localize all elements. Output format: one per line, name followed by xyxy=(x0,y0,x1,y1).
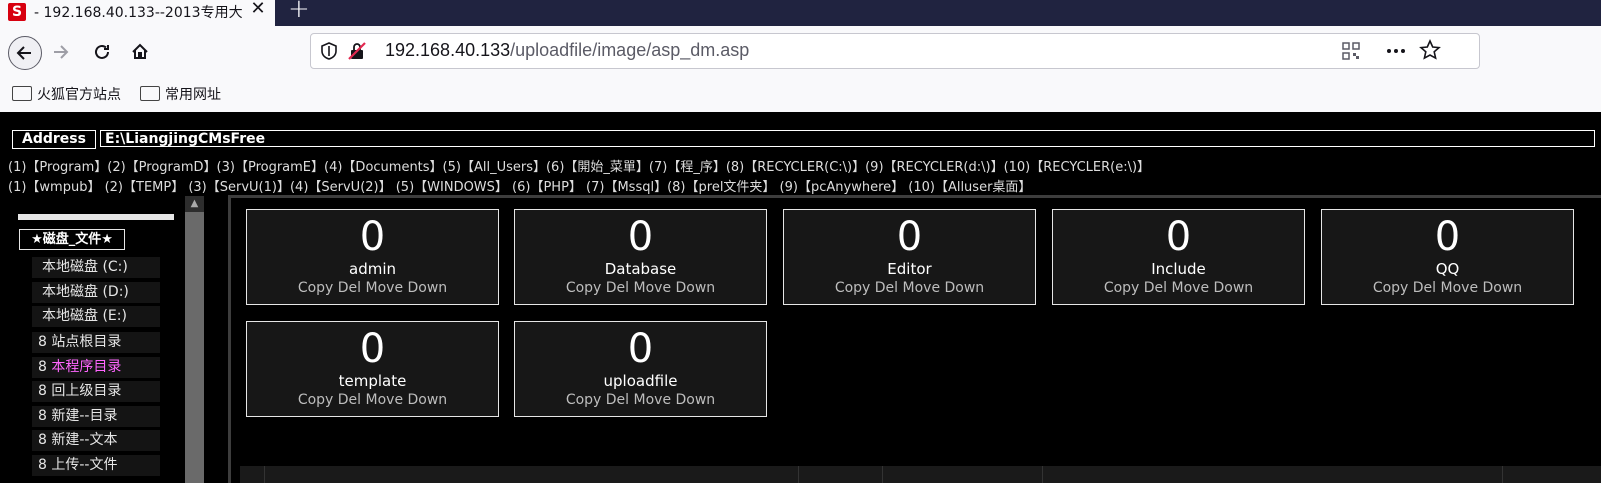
folder-card-template[interactable]: 0 template Copy Del Move Down xyxy=(246,321,499,417)
folder-count: 0 xyxy=(627,214,654,260)
item-number: 8 xyxy=(38,408,47,424)
url-host: 192.168.40.133 xyxy=(385,40,511,60)
navigation-toolbar: 192.168.40.133/uploadfile/image/asp_dm.a… xyxy=(0,26,1601,78)
folder-card-admin[interactable]: 0 admin Copy Del Move Down xyxy=(246,209,499,305)
back-button[interactable] xyxy=(8,36,42,70)
item-label: 新建--目录 xyxy=(51,408,118,424)
folder-actions[interactable]: Copy Del Move Down xyxy=(515,390,766,410)
item-number: 8 xyxy=(38,334,47,350)
forward-button[interactable] xyxy=(46,36,78,68)
item-label: 新建--文本 xyxy=(51,432,118,448)
item-number: 8 xyxy=(38,457,47,473)
arrow-left-icon xyxy=(16,46,31,60)
sidebar-divider xyxy=(18,214,174,220)
url-text[interactable]: 192.168.40.133/uploadfile/image/asp_dm.a… xyxy=(385,40,749,61)
item-label: 站点根目录 xyxy=(51,334,122,350)
site-favicon-icon: S xyxy=(8,3,26,21)
sidebar-scrollbar-thumb[interactable] xyxy=(185,212,204,483)
folder-count: 0 xyxy=(1434,214,1461,260)
item-label: 上传--文件 xyxy=(51,457,118,473)
url-path: /uploadfile/image/asp_dm.asp xyxy=(510,40,750,60)
bookmark-label: 火狐官方站点 xyxy=(37,87,121,103)
tab-title: - 192.168.40.133--2013专用大 xyxy=(34,5,243,21)
folder-name[interactable]: Database xyxy=(515,260,766,278)
folder-count: 0 xyxy=(627,326,654,372)
main-panel-top-border xyxy=(228,195,1601,198)
disk-files-title: ★磁盘_文件★ xyxy=(19,229,125,250)
sidebar-item-new-text[interactable]: 8 新建--文本 xyxy=(32,430,160,451)
quick-dir-links-row2[interactable]: (1)【wmpub】 (2)【TEMP】 (3)【ServU(1)】(4)【Se… xyxy=(8,176,1031,195)
arrow-right-icon xyxy=(54,45,69,59)
address-label: Address xyxy=(12,130,96,149)
folder-count: 0 xyxy=(896,214,923,260)
folder-actions[interactable]: Copy Del Move Down xyxy=(1322,278,1573,298)
folder-actions[interactable]: Copy Del Move Down xyxy=(784,278,1035,298)
folder-card-database[interactable]: 0 Database Copy Del Move Down xyxy=(514,209,767,305)
main-panel-left-border xyxy=(228,195,231,483)
folder-actions[interactable]: Copy Del Move Down xyxy=(247,390,498,410)
address-input[interactable]: E:\LiangjingCMsFree xyxy=(100,130,1595,147)
folder-name[interactable]: Editor xyxy=(784,260,1035,278)
folder-name[interactable]: Include xyxy=(1053,260,1304,278)
item-label: 回上级目录 xyxy=(51,383,122,399)
folder-name[interactable]: QQ xyxy=(1322,260,1573,278)
tab-bar: S - 192.168.40.133--2013专用大 ✕ + xyxy=(0,0,1601,26)
bookmark-star-icon[interactable] xyxy=(1419,39,1441,61)
url-bar[interactable]: 192.168.40.133/uploadfile/image/asp_dm.a… xyxy=(310,33,1480,69)
home-icon xyxy=(132,43,148,59)
bookmark-label: 常用网址 xyxy=(165,87,221,103)
folder-actions[interactable]: Copy Del Move Down xyxy=(1053,278,1304,298)
scroll-up-arrow-icon[interactable]: ▲ xyxy=(185,196,204,212)
folder-card-qq[interactable]: 0 QQ Copy Del Move Down xyxy=(1321,209,1574,305)
reload-button[interactable] xyxy=(86,36,118,68)
quick-dir-links-row1[interactable]: (1)【Program】(2)【ProgramD】(3)【ProgramE】(4… xyxy=(8,156,1150,175)
folder-name[interactable]: uploadfile xyxy=(515,372,766,390)
folder-name[interactable]: admin xyxy=(247,260,498,278)
insecure-lock-icon[interactable] xyxy=(347,41,367,61)
folder-card-include[interactable]: 0 Include Copy Del Move Down xyxy=(1052,209,1305,305)
folder-card-uploadfile[interactable]: 0 uploadfile Copy Del Move Down xyxy=(514,321,767,417)
bookmark-folder-firefox[interactable]: 火狐官方站点 xyxy=(12,84,121,104)
folder-icon xyxy=(140,86,160,101)
file-list-header-strip xyxy=(240,466,1601,483)
item-number: 8 xyxy=(38,432,47,448)
folder-count: 0 xyxy=(359,326,386,372)
qr-code-icon[interactable] xyxy=(1341,41,1361,61)
bookmarks-toolbar: 火狐官方站点 常用网址 xyxy=(0,78,1601,112)
drive-c[interactable]: 本地磁盘 (C:) xyxy=(32,257,160,278)
new-tab-button[interactable]: + xyxy=(288,0,310,22)
drive-d[interactable]: 本地磁盘 (D:) xyxy=(32,282,160,303)
sidebar-item-parent-dir[interactable]: 8 回上级目录 xyxy=(32,381,160,402)
drive-e[interactable]: 本地磁盘 (E:) xyxy=(32,306,160,327)
sidebar-item-site-root[interactable]: 8 站点根目录 xyxy=(32,332,160,353)
shield-icon[interactable] xyxy=(319,41,339,61)
more-options-icon[interactable] xyxy=(1385,41,1407,61)
sidebar-item-new-folder[interactable]: 8 新建--目录 xyxy=(32,406,160,427)
item-number: 8 xyxy=(38,359,47,375)
item-number: 8 xyxy=(38,383,47,399)
browser-tab[interactable]: S - 192.168.40.133--2013专用大 ✕ xyxy=(0,0,275,26)
folder-icon xyxy=(12,86,32,101)
folder-card-editor[interactable]: 0 Editor Copy Del Move Down xyxy=(783,209,1036,305)
folder-count: 0 xyxy=(1165,214,1192,260)
folder-actions[interactable]: Copy Del Move Down xyxy=(247,278,498,298)
folder-actions[interactable]: Copy Del Move Down xyxy=(515,278,766,298)
reload-icon xyxy=(95,44,109,59)
item-label: 本程序目录 xyxy=(51,359,122,375)
bookmark-folder-common[interactable]: 常用网址 xyxy=(140,84,221,104)
home-button[interactable] xyxy=(124,36,156,68)
close-tab-icon[interactable]: ✕ xyxy=(248,0,268,22)
folder-name[interactable]: template xyxy=(247,372,498,390)
sidebar-item-program-dir[interactable]: 8 本程序目录 xyxy=(32,357,160,378)
sidebar-item-upload-file[interactable]: 8 上传--文件 xyxy=(32,455,160,476)
folder-count: 0 xyxy=(359,214,386,260)
